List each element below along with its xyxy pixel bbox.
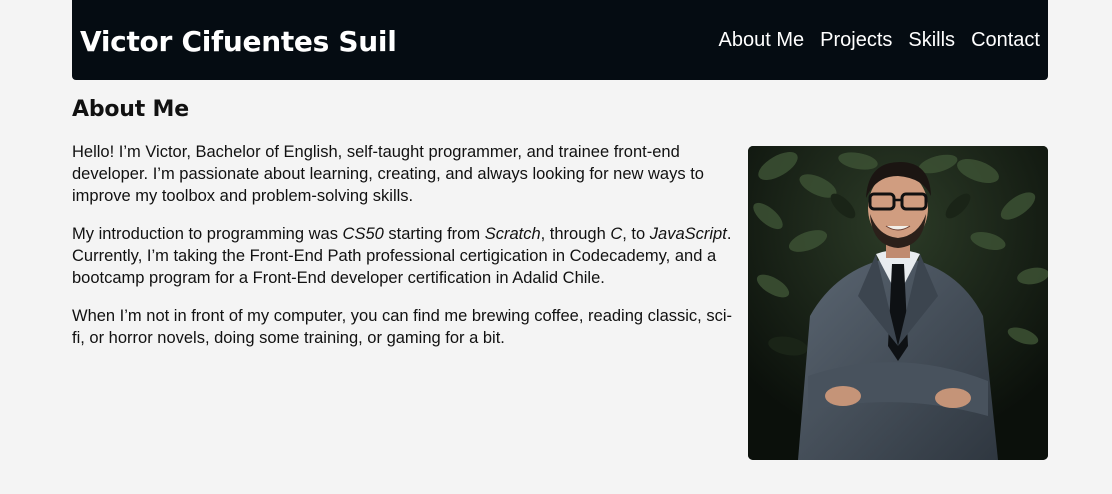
- site-header: Victor Cifuentes Suil About Me Projects …: [72, 0, 1048, 80]
- nav-link-projects[interactable]: Projects: [820, 29, 892, 52]
- text-span: , to: [622, 225, 650, 243]
- text-span: , through: [540, 225, 611, 243]
- profile-photo-illustration: [748, 146, 1048, 460]
- main-nav: About Me Projects Skills Contact: [719, 29, 1040, 52]
- about-content: Hello! I’m Victor, Bachelor of English, …: [72, 141, 732, 365]
- text-span: starting from: [383, 225, 485, 243]
- site-title: Victor Cifuentes Suil: [80, 24, 397, 58]
- profile-photo: [748, 146, 1048, 460]
- nav-link-skills[interactable]: Skills: [908, 29, 955, 52]
- nav-link-contact[interactable]: Contact: [971, 29, 1040, 52]
- about-paragraph-programming: My introduction to programming was CS50 …: [72, 223, 732, 289]
- text-span: My introduction to programming was: [72, 225, 343, 243]
- about-paragraph-intro: Hello! I’m Victor, Bachelor of English, …: [72, 143, 704, 205]
- page: Victor Cifuentes Suil About Me Projects …: [0, 0, 1112, 494]
- course-name-cs50: CS50: [342, 225, 384, 243]
- language-name-c: C: [610, 225, 623, 243]
- language-name-scratch: Scratch: [484, 225, 541, 243]
- nav-link-about-me[interactable]: About Me: [719, 29, 805, 52]
- language-name-javascript: JavaScript: [649, 225, 727, 243]
- section-title-about-me: About Me: [72, 97, 189, 122]
- about-paragraph-hobbies: When I’m not in front of my computer, yo…: [72, 307, 732, 347]
